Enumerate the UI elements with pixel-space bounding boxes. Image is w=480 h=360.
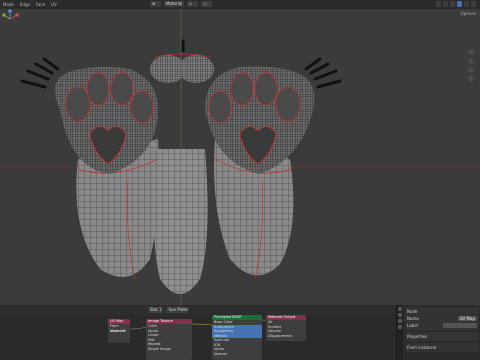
node-editor[interactable]: UV Map From Instancer Mesh UV Image Text… [0, 315, 396, 360]
overlay-icon[interactable] [443, 1, 448, 7]
solid-icon[interactable] [457, 1, 462, 7]
back-toes [150, 39, 214, 83]
tab-view-icon[interactable] [398, 319, 402, 323]
node-section-title[interactable]: Node [407, 309, 417, 314]
shading-dropdown[interactable]: Material [164, 1, 185, 7]
bsdf-row-normal: Normal [214, 351, 227, 356]
shading-buttons [436, 1, 476, 7]
image-texture-node[interactable]: Image Texture Color Alpha Linear Flat Re… [146, 319, 192, 360]
image-row-single: Single Image [148, 346, 171, 351]
node-links [129, 319, 279, 330]
viewport-tools [468, 49, 474, 82]
uvmap-row-mesh: Mesh UV [110, 328, 126, 333]
properties-section-title[interactable]: Properties [407, 334, 427, 339]
material-output-node[interactable]: Material Output All Surface Volume Displ… [266, 315, 306, 341]
viewport-header: Mode Edge Face UV ⊕ Material ⋄ ○ [0, 0, 480, 9]
camera-icon[interactable] [468, 67, 474, 73]
tab-tool-icon[interactable] [398, 313, 402, 317]
name-field[interactable]: UV Map [457, 316, 477, 321]
xray-icon[interactable] [450, 1, 455, 7]
properties-section: Properties [405, 332, 479, 341]
snap-icon[interactable]: ⋄ [187, 1, 199, 7]
node-section: Node Name UV Map Label [405, 307, 479, 330]
properties-tabs [397, 305, 403, 360]
perspective-icon[interactable] [468, 76, 474, 82]
left-foot [20, 57, 159, 280]
viewport-center-tools: ⊕ Material ⋄ ○ [150, 1, 213, 7]
menu-uv[interactable]: UV [48, 2, 60, 7]
from-instancer-checkbox[interactable]: From Instancer [407, 345, 437, 350]
right-foot [205, 57, 342, 280]
menu-edge[interactable]: Edge [17, 2, 33, 7]
options-label[interactable]: Options [461, 11, 476, 16]
navigation-gizmo[interactable] [0, 9, 20, 29]
name-label: Name [407, 316, 419, 321]
from-instancer-section: From Instancer [405, 343, 479, 352]
zoom-icon[interactable] [468, 49, 474, 55]
tab-node-icon[interactable] [398, 307, 402, 311]
view-icon[interactable] [436, 1, 441, 7]
mesh-render [0, 9, 480, 305]
menu-face[interactable]: Face [33, 2, 48, 7]
node-properties-panel: Node Name UV Map Label Properties From I… [396, 305, 480, 360]
material-slot-dropdown[interactable]: Sun Plate [166, 307, 190, 313]
label-label: Label [407, 323, 418, 328]
tab-options-icon[interactable] [398, 325, 402, 329]
transform-orientation-button[interactable]: ⊕ [150, 1, 161, 7]
center-shape [153, 149, 208, 294]
label-field[interactable] [443, 323, 477, 328]
rendered-icon[interactable] [471, 1, 476, 7]
pan-icon[interactable] [468, 58, 474, 64]
menu-mode[interactable]: Mode [0, 2, 17, 7]
output-row-displacement: Displacement [268, 333, 293, 338]
material-icon[interactable] [464, 1, 469, 7]
principled-bsdf-node[interactable]: Principled BSDF Base Color Subsurface Ro… [212, 315, 262, 360]
proportional-icon[interactable]: ○ [201, 1, 213, 7]
slot-dropdown[interactable]: Slot 1 [148, 307, 164, 313]
uvmap-node[interactable]: UV Map From Instancer Mesh UV [108, 319, 130, 343]
3d-viewport[interactable]: Options [0, 9, 480, 305]
